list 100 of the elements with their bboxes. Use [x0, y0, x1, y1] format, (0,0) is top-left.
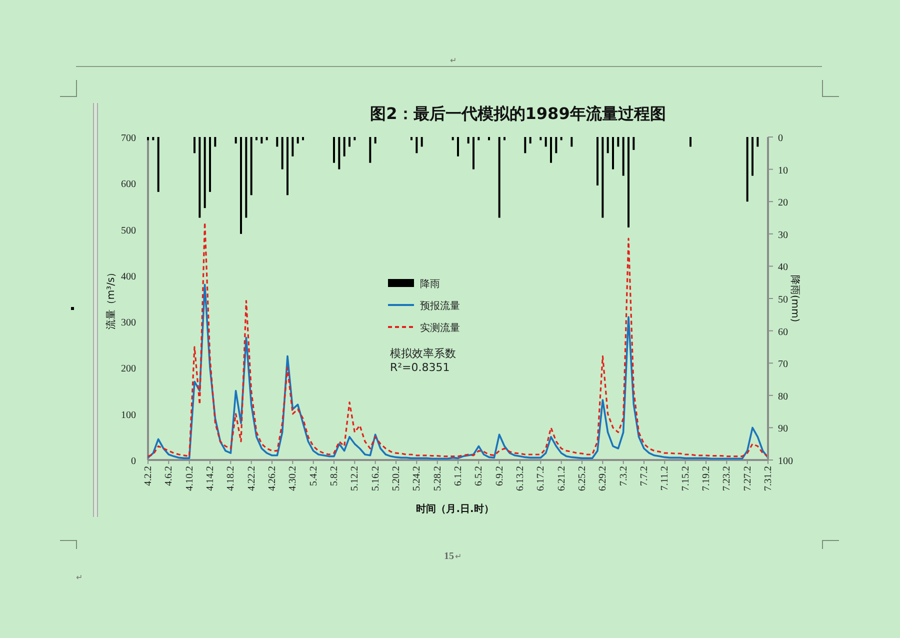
x-tick-label: 7.3.2 [618, 466, 630, 486]
y-tick-label: 200 [121, 364, 136, 375]
x-tick-label: 7.23.2 [722, 466, 733, 491]
y-tick-label: 10 [778, 165, 788, 176]
y-tick-label: 30 [778, 230, 788, 241]
x-tick-label: 6.21.2 [556, 466, 568, 491]
y-tick-label: 600 [121, 179, 136, 190]
x-tick-label: 4.6.2 [164, 466, 175, 486]
x-tick-label: 5.16.2 [370, 466, 382, 491]
rain-bar [354, 137, 356, 140]
y-axis-title: 流量（m³/s） [106, 267, 117, 330]
rain-bar [478, 137, 480, 140]
rain-bar [570, 137, 573, 147]
x-tick-label: 4.22.2 [246, 466, 258, 491]
paragraph-mark: ↵ [455, 552, 462, 561]
x-tick-label: 5.8.2 [329, 466, 340, 486]
x-tick-label: 4.30.2 [288, 466, 299, 491]
crop-mark [822, 540, 839, 549]
x-tick-label: 4.2.2 [143, 466, 154, 486]
paragraph-mark: ↵ [76, 573, 83, 582]
rain-bar [756, 137, 759, 147]
x-tick-label: 4.26.2 [267, 466, 278, 491]
rain-bar [452, 137, 454, 140]
x-tick-label: 6.25.2 [577, 466, 588, 491]
x-tick-label: 5.4.2 [308, 466, 320, 486]
y-tick-label: 500 [121, 225, 136, 236]
crop-mark [60, 540, 77, 549]
y-tick-label: 100 [778, 456, 793, 467]
x-tick-label: 6.5.2 [474, 466, 485, 486]
x-tick-label: 7.15.2 [680, 466, 692, 491]
rain-bar [296, 137, 299, 144]
rain-bar [281, 137, 284, 170]
x-tick-label: 7.7.2 [639, 466, 650, 486]
rain-bar [524, 137, 526, 154]
bullet-icon [71, 307, 74, 310]
x-tick-label: 5.24.2 [412, 466, 423, 491]
x-tick-label: 6.9.2 [494, 466, 506, 486]
rain-bar [374, 137, 376, 144]
rain-bar [214, 137, 216, 147]
rain-bar [632, 137, 635, 150]
rain-bar [560, 137, 562, 140]
annotation-text: R²=0.8351 [390, 361, 450, 374]
rain-bar [369, 137, 372, 163]
rain-bar [292, 137, 294, 156]
x-tick-label: 4.14.2 [205, 466, 216, 491]
x-tick-label: 4.10.2 [184, 466, 196, 491]
legend-label: 预报流量 [420, 301, 460, 312]
x-tick-label: 7.31.2 [763, 466, 774, 491]
rain-bar [606, 137, 609, 154]
x-tick-label: 4.18.2 [226, 466, 237, 491]
rain-bar [152, 137, 154, 140]
x-tick-label: 7.27.2 [742, 466, 754, 491]
y-axis-title: 降雨(mm) [789, 274, 800, 322]
x-tick-label: 5.28.2 [432, 466, 444, 491]
y-tick-label: 70 [778, 359, 788, 370]
rain-bar [555, 137, 558, 154]
y-tick-label: 20 [778, 198, 788, 209]
annotation-text: 模拟效率系数 [390, 347, 456, 360]
rain-bar [343, 137, 346, 156]
rain-bar [204, 137, 206, 208]
y-tick-label: 50 [778, 294, 788, 306]
y-tick-label: 60 [778, 326, 788, 338]
y-tick-label: 0 [131, 456, 136, 467]
x-tick-label: 6.29.2 [598, 466, 609, 491]
rain-bar [529, 137, 532, 144]
rain-bar [157, 137, 160, 192]
rain-bar [746, 137, 748, 202]
rain-bar [467, 137, 470, 144]
crop-mark [60, 80, 77, 97]
x-tick-label: 7.11.2 [660, 466, 671, 491]
rain-bar [250, 137, 252, 196]
y-tick-label: 400 [121, 271, 136, 282]
rain-bar [617, 137, 620, 147]
rain-bar [416, 137, 418, 154]
rain-bar [260, 137, 263, 144]
x-tick-label: 7.19.2 [701, 466, 712, 491]
y-tick-label: 700 [121, 133, 136, 144]
rain-bar [338, 137, 340, 170]
x-tick-label: 6.13.2 [515, 466, 526, 491]
y-tick-label: 0 [778, 133, 783, 144]
rain-bar [622, 137, 624, 176]
y-tick-label: 300 [121, 318, 136, 329]
y-tick-label: 40 [778, 262, 788, 274]
x-tick-label: 5.12.2 [350, 466, 361, 491]
rain-bar [234, 137, 237, 144]
rain-bar [540, 137, 542, 140]
rain-bar [266, 137, 268, 140]
y-tick-label: 80 [778, 391, 788, 402]
legend-label: 实测流量 [420, 323, 460, 334]
chart-title: 图2：最后一代模拟的1989年流量过程图 [370, 104, 666, 123]
page-number: 15 [444, 551, 454, 562]
rain-bar [420, 137, 423, 147]
crop-mark [822, 80, 839, 97]
y-tick-label: 100 [121, 410, 136, 421]
y-tick-label: 90 [778, 424, 788, 435]
rain-bar [276, 137, 278, 147]
x-tick-label: 5.20.2 [391, 466, 402, 491]
paragraph-mark: ↵ [450, 56, 457, 65]
x-tick-label: 6.17.2 [536, 466, 547, 491]
rain-bar [544, 137, 547, 147]
